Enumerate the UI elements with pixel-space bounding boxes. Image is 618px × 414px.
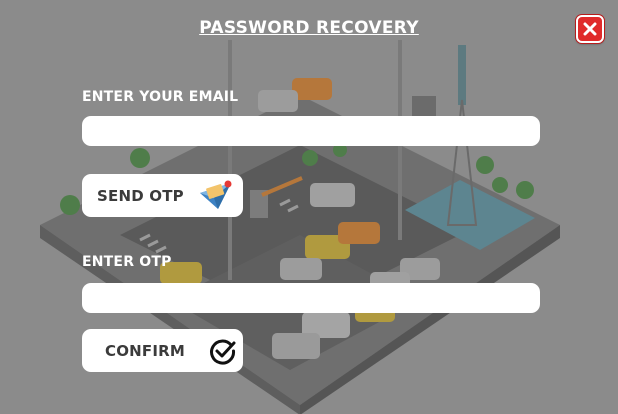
- close-icon: [583, 22, 597, 36]
- otp-field[interactable]: [82, 283, 540, 313]
- confirm-button[interactable]: CONFIRM: [82, 329, 243, 372]
- paper-plane-icon: [199, 180, 232, 209]
- password-recovery-screen: PASSWORD RECOVERY ENTER YOUR EMAIL SEND …: [0, 0, 618, 414]
- otp-label: ENTER OTP: [82, 254, 172, 270]
- confirm-label: CONFIRM: [105, 341, 186, 360]
- send-otp-button[interactable]: SEND OTP: [82, 174, 243, 217]
- send-otp-label: SEND OTP: [97, 186, 184, 205]
- check-circle-icon: [210, 339, 236, 365]
- close-button[interactable]: [576, 15, 604, 43]
- email-label: ENTER YOUR EMAIL: [82, 89, 239, 105]
- email-field[interactable]: [82, 116, 540, 146]
- page-title: PASSWORD RECOVERY: [199, 18, 419, 38]
